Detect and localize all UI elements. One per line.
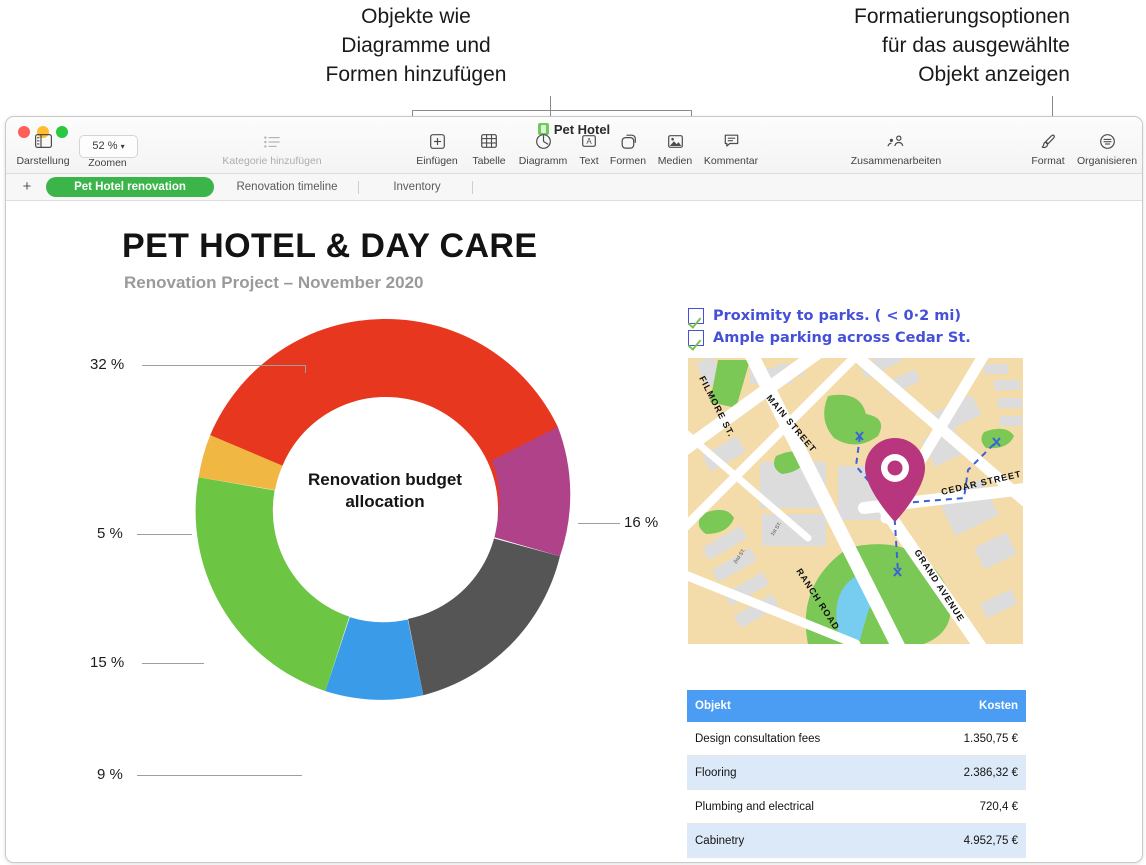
media-icon bbox=[650, 134, 700, 154]
collaborate-icon bbox=[836, 134, 956, 154]
table-button[interactable]: Tabelle bbox=[464, 134, 514, 167]
table-cell-cost: 720,4 € bbox=[928, 789, 1026, 824]
sheet-tab-pet-hotel-renovation[interactable]: Pet Hotel renovation bbox=[46, 177, 214, 197]
leader-5 bbox=[137, 534, 192, 535]
media-button[interactable]: Medien bbox=[650, 134, 700, 167]
slide-title: PET HOTEL & DAY CARE bbox=[122, 227, 538, 265]
paintbrush-icon bbox=[1022, 134, 1074, 154]
chevron-down-icon: ▾ bbox=[120, 142, 125, 151]
numbers-window: Pet Hotel Darstellung 52 % ▾ Zoomen Kate… bbox=[5, 116, 1143, 863]
collaborate-label: Zusammenarbeiten bbox=[850, 155, 942, 167]
zoom-select[interactable]: 52 % ▾ bbox=[79, 135, 138, 158]
donut-label-15: 15 % bbox=[90, 654, 125, 671]
zoom-label: Zoomen bbox=[88, 157, 127, 169]
chart-label: Diagramm bbox=[518, 155, 568, 167]
organize-label: Organisieren bbox=[1076, 155, 1138, 167]
sheet-tab-inventory[interactable]: Inventory bbox=[367, 177, 467, 197]
comment-icon bbox=[696, 134, 766, 154]
callout-left-bracket-top bbox=[412, 110, 692, 111]
checklist-item[interactable]: Ample parking across Cedar St. bbox=[688, 327, 1038, 349]
tab-separator bbox=[358, 181, 359, 194]
callout-insert-objects: Objekte wie Diagramme und Formen hinzufü… bbox=[325, 5, 507, 86]
organize-button[interactable]: Organisieren bbox=[1070, 134, 1142, 167]
shapes-button[interactable]: Formen bbox=[602, 134, 654, 167]
sheet-tab-bar: + Pet Hotel renovation Renovation timeli… bbox=[6, 174, 1142, 201]
shapes-icon bbox=[602, 134, 654, 154]
add-sheet-button[interactable]: + bbox=[16, 177, 38, 196]
shapes-label: Formen bbox=[609, 155, 647, 167]
donut-label-16: 16 % bbox=[624, 514, 659, 531]
table-cell-item: Fixtures and fittings bbox=[687, 857, 928, 862]
table-cell-cost: 4.952,75 € bbox=[928, 823, 1026, 858]
list-icon bbox=[197, 134, 347, 154]
text-label: Text bbox=[579, 155, 599, 167]
map-image[interactable]: FILMORE ST. MAIN STREET CEDAR STREET RAN… bbox=[688, 358, 1023, 644]
table-cell-item: Cabinetry bbox=[687, 823, 928, 858]
add-category-label: Kategorie hinzufügen bbox=[222, 155, 322, 167]
table-header-row: Objekt Kosten bbox=[687, 690, 1026, 722]
leader-32-tick bbox=[305, 365, 306, 373]
table-row[interactable]: Cabinetry 4.952,75 € bbox=[687, 823, 1026, 858]
leader-9 bbox=[137, 775, 302, 776]
table-cell-item: Plumbing and electrical bbox=[687, 789, 928, 824]
donut-chart[interactable]: Renovation budget allocation bbox=[186, 309, 586, 709]
slide-canvas[interactable]: PET HOTEL & DAY CARE Renovation Project … bbox=[6, 201, 1142, 862]
callout-format-options: Formatierungsoptionen für das ausgewählt… bbox=[854, 5, 1070, 86]
zoom-value: 52 % bbox=[92, 140, 118, 152]
leader-15 bbox=[142, 663, 204, 664]
table-cell-cost: 2.521,4 € bbox=[928, 857, 1026, 862]
organize-icon bbox=[1070, 134, 1142, 154]
donut-label-32: 32 % bbox=[90, 356, 125, 373]
sheet-tab-renovation-timeline[interactable]: Renovation timeline bbox=[222, 177, 352, 197]
table-row[interactable]: Design consultation fees 1.350,75 € bbox=[687, 722, 1026, 756]
insert-icon bbox=[406, 134, 468, 154]
comment-label: Kommentar bbox=[703, 155, 759, 167]
chart-button[interactable]: Diagramm bbox=[510, 134, 576, 167]
donut-label-9: 9 % bbox=[97, 766, 123, 783]
tab-separator bbox=[472, 181, 473, 194]
insert-button[interactable]: Einfügen bbox=[406, 134, 468, 167]
table-cell-cost: 2.386,32 € bbox=[928, 755, 1026, 790]
slide-subtitle: Renovation Project – November 2020 bbox=[124, 273, 424, 292]
view-label: Darstellung bbox=[16, 155, 70, 167]
cost-table[interactable]: Objekt Kosten Design consultation fees 1… bbox=[687, 690, 1026, 862]
svg-text:A: A bbox=[586, 137, 592, 146]
table-label: Tabelle bbox=[472, 155, 506, 167]
handwritten-checklist: Proximity to parks. ( < 0·2 mi) Ample pa… bbox=[688, 305, 1038, 349]
text-button[interactable]: A Text bbox=[572, 134, 606, 167]
checklist-label: Proximity to parks. ( < 0·2 mi) bbox=[713, 308, 961, 324]
checkbox-checked-icon[interactable] bbox=[688, 308, 704, 324]
comment-button[interactable]: Kommentar bbox=[696, 134, 766, 167]
table-header-objekt: Objekt bbox=[687, 690, 928, 722]
table-row[interactable]: Fixtures and fittings 2.521,4 € bbox=[687, 857, 1026, 862]
collaborate-button[interactable]: Zusammenarbeiten bbox=[836, 134, 956, 167]
checklist-label: Ample parking across Cedar St. bbox=[713, 330, 971, 346]
window-titlebar: Pet Hotel Darstellung 52 % ▾ Zoomen Kate… bbox=[6, 117, 1142, 174]
table-icon bbox=[464, 134, 514, 154]
table-cell-item: Flooring bbox=[687, 755, 928, 790]
media-label: Medien bbox=[657, 155, 693, 167]
sidebar-icon bbox=[14, 134, 72, 154]
table-row[interactable]: Flooring 2.386,32 € bbox=[687, 755, 1026, 790]
checkbox-checked-icon[interactable] bbox=[688, 330, 704, 346]
donut-label-5: 5 % bbox=[97, 525, 123, 542]
table-cell-cost: 1.350,75 € bbox=[928, 722, 1026, 756]
add-category-button[interactable]: Kategorie hinzufügen bbox=[197, 134, 347, 167]
format-label: Format bbox=[1031, 155, 1065, 167]
leader-16 bbox=[578, 523, 620, 524]
table-row[interactable]: Plumbing and electrical 720,4 € bbox=[687, 789, 1026, 824]
insert-label: Einfügen bbox=[416, 155, 458, 167]
callout-left-stem bbox=[550, 96, 551, 118]
text-icon: A bbox=[572, 134, 606, 154]
table-header-kosten: Kosten bbox=[928, 690, 1026, 722]
view-button[interactable]: Darstellung bbox=[14, 134, 72, 167]
donut-center-label: Renovation budget allocation bbox=[308, 470, 462, 511]
checklist-item[interactable]: Proximity to parks. ( < 0·2 mi) bbox=[688, 305, 1038, 327]
format-button[interactable]: Format bbox=[1022, 134, 1074, 167]
chart-icon bbox=[510, 134, 576, 154]
table-cell-item: Design consultation fees bbox=[687, 722, 928, 756]
leader-32 bbox=[142, 365, 306, 366]
